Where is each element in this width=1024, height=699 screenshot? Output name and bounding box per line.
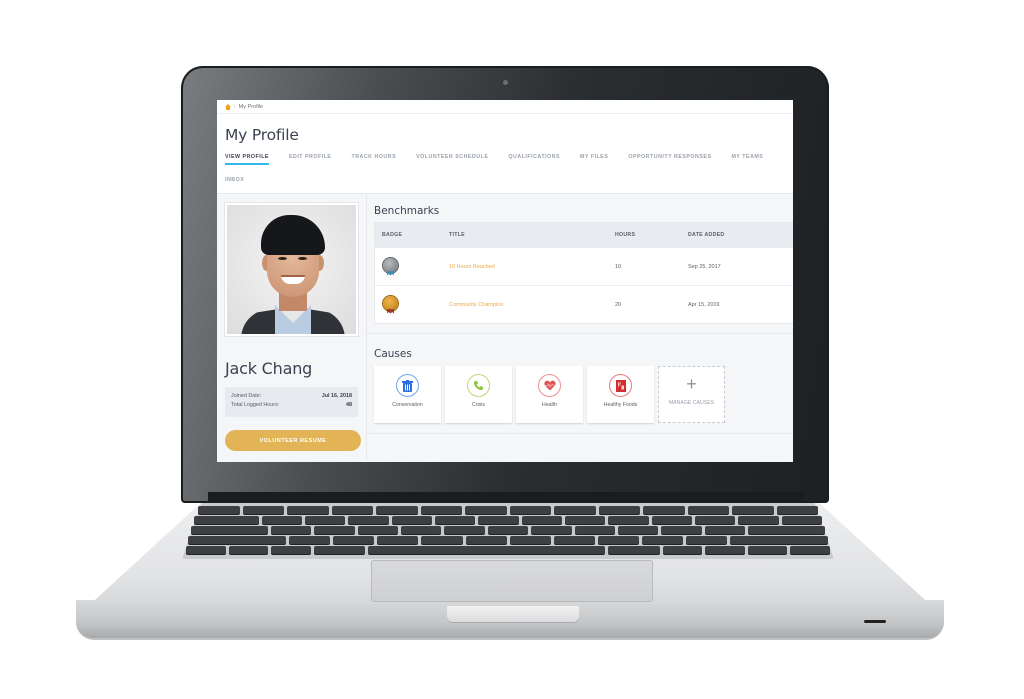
table-row: 10 Hours Reached 10 Sep 25, 2017 [375,247,793,285]
laptop-mockup: › My Profile My Profile VIEW PROFILE EDI… [0,0,1024,699]
cause-card-crisis[interactable]: Crisis [445,366,512,423]
trash-bin-icon [396,374,419,397]
lid-bezel-bottom [208,492,804,502]
keyboard [186,506,830,556]
sleep-indicator-light [864,620,886,623]
stat-joined-date: Joined Date: Jul 16, 2018 [231,393,352,402]
tab-edit-profile[interactable]: EDIT PROFILE [289,153,332,176]
tab-qualifications[interactable]: QUALIFICATIONS [508,153,560,176]
avatar [227,205,356,334]
profile-photo [225,203,358,336]
lid-notch [447,606,579,622]
stat-label: Total Logged Hours: [231,402,280,408]
causes-list: Conservation Crisis Health Healthy Foods… [374,366,793,423]
causes-title: Causes [374,348,412,360]
benchmark-hours: 10 [615,263,622,270]
tab-my-files[interactable]: MY FILES [580,153,608,176]
manage-causes-label: MANAGE CAUSES [668,400,715,406]
gold-medal-icon [382,295,398,314]
home-icon[interactable] [225,103,231,110]
volunteer-resume-button[interactable]: VOLUNTEER RESUME [225,430,361,451]
manage-causes-button[interactable]: + MANAGE CAUSES [658,366,725,423]
cause-card-conservation[interactable]: Conservation [374,366,441,423]
profile-main: Benchmarks BADGE TITLE HOURS DATE ADDED … [367,194,793,461]
cause-label: Healthy Foods [603,402,638,408]
tab-inbox[interactable]: INBOX [225,176,244,199]
benchmark-title-link[interactable]: Community Champion [449,302,503,308]
tab-opportunity-responses[interactable]: OPPORTUNITY RESPONSES [628,153,711,176]
cause-label: Conservation [392,402,423,408]
table-row: Community Champion 20 Apr 15, 2019 [375,285,793,323]
screen: › My Profile My Profile VIEW PROFILE EDI… [217,100,793,462]
webcam [503,80,508,85]
profile-tabs: VIEW PROFILE EDIT PROFILE TRACK HOURS VO… [225,153,785,199]
profile-header: My Profile VIEW PROFILE EDIT PROFILE TRA… [217,114,793,194]
profile-name: Jack Chang [225,359,313,378]
page-title: My Profile [225,126,299,144]
benchmark-title-link[interactable]: 10 Hours Reached [449,264,495,270]
benchmarks-title: Benchmarks [374,205,440,217]
profile-body: Jack Chang Joined Date: Jul 16, 2018 Tot… [217,194,793,461]
stat-total-hours: Total Logged Hours: 48 [231,402,352,411]
column-header-date: DATE ADDED [688,232,725,238]
benchmark-date: Sep 25, 2017 [688,263,721,270]
tab-volunteer-schedule[interactable]: VOLUNTEER SCHEDULE [416,153,488,176]
table-header: BADGE TITLE HOURS DATE ADDED [375,223,793,247]
silver-medal-icon [382,257,398,276]
section-divider [367,333,793,334]
cause-card-health[interactable]: Health [516,366,583,423]
profile-stats: Joined Date: Jul 16, 2018 Total Logged H… [225,387,358,417]
profile-sidebar: Jack Chang Joined Date: Jul 16, 2018 Tot… [217,194,367,461]
tab-track-hours[interactable]: TRACK HOURS [351,153,396,176]
food-label-icon [609,374,632,397]
benchmark-hours: 20 [615,301,622,308]
heart-icon [538,374,561,397]
column-header-hours: HOURS [615,232,636,238]
breadcrumb-current: My Profile [238,103,264,110]
column-header-title: TITLE [449,232,465,238]
stat-value: 48 [346,402,352,408]
phone-icon [467,374,490,397]
stat-value: Jul 16, 2018 [321,393,352,399]
plus-icon: + [686,374,697,394]
column-header-badge: BADGE [382,232,403,238]
cause-label: Crisis [472,402,485,408]
tab-my-teams[interactable]: MY TEAMS [731,153,763,176]
cause-card-healthy-foods[interactable]: Healthy Foods [587,366,654,423]
breadcrumb: › My Profile [217,100,793,114]
trackpad [371,560,653,602]
section-divider [367,433,793,434]
benchmark-date: Apr 15, 2019 [688,301,720,308]
chevron-right-icon: › [234,103,236,110]
cause-label: Health [542,402,557,408]
benchmarks-table: BADGE TITLE HOURS DATE ADDED 10 Hours Re… [374,222,793,324]
tab-view-profile[interactable]: VIEW PROFILE [225,153,269,176]
stat-label: Joined Date: [231,393,262,399]
